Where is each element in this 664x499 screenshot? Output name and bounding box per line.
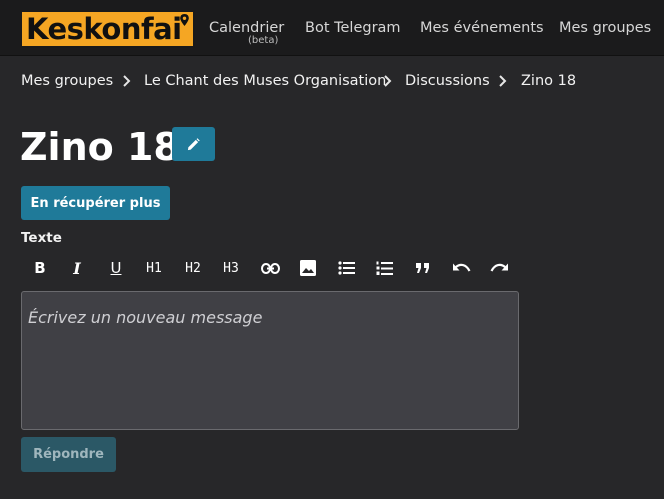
underline-icon: U xyxy=(110,259,122,277)
logo-text: Keskonfai xyxy=(26,12,182,46)
message-placeholder: Écrivez un nouveau message xyxy=(28,308,263,327)
quote-button[interactable] xyxy=(407,253,439,283)
heading3-icon: H3 xyxy=(223,260,239,276)
breadcrumb-current: Zino 18 xyxy=(521,73,577,89)
undo-button[interactable] xyxy=(445,253,477,283)
numbered-list-icon xyxy=(376,261,393,275)
chevron-right-icon xyxy=(499,75,507,87)
page-title: Zino 18 xyxy=(20,125,180,169)
heading1-icon: H1 xyxy=(146,260,162,276)
load-more-button[interactable]: En récupérer plus xyxy=(21,186,170,220)
link-icon xyxy=(260,262,280,274)
pencil-icon xyxy=(187,137,200,150)
image-button[interactable] xyxy=(292,253,324,283)
undo-icon xyxy=(452,263,470,272)
text-field-label: Texte xyxy=(21,230,62,246)
numbered-list-button[interactable] xyxy=(368,253,400,283)
site-logo[interactable]: Keskonfai xyxy=(20,10,195,48)
redo-button[interactable] xyxy=(483,253,515,283)
heading1-button[interactable]: H1 xyxy=(138,253,170,283)
editor-toolbar: B I U H1 H2 H3 xyxy=(21,253,521,283)
breadcrumb-my-groups[interactable]: Mes groupes xyxy=(21,73,113,89)
heading2-icon: H2 xyxy=(185,260,201,276)
reply-button[interactable]: Répondre xyxy=(21,437,116,472)
quote-icon xyxy=(416,262,429,273)
bold-button[interactable]: B xyxy=(24,253,56,283)
chevron-right-icon xyxy=(384,75,392,87)
bold-icon: B xyxy=(34,259,46,277)
edit-title-button[interactable] xyxy=(172,127,215,161)
top-navbar: Keskonfai Calendrier (beta) Bot Telegram… xyxy=(0,0,664,56)
bullet-list-button[interactable] xyxy=(330,253,362,283)
nav-link-my-events[interactable]: Mes événements xyxy=(420,20,544,36)
chevron-right-icon xyxy=(123,75,131,87)
italic-button[interactable]: I xyxy=(61,253,93,283)
image-icon xyxy=(300,260,316,276)
underline-button[interactable]: U xyxy=(100,253,132,283)
link-button[interactable] xyxy=(254,253,286,283)
redo-icon xyxy=(490,263,508,272)
nav-link-calendar[interactable]: Calendrier xyxy=(209,20,284,36)
nav-link-telegram-bot[interactable]: Bot Telegram xyxy=(305,20,401,36)
heading2-button[interactable]: H2 xyxy=(177,253,209,283)
breadcrumb-group[interactable]: Le Chant des Muses Organisation xyxy=(144,73,386,89)
bullet-list-icon xyxy=(337,261,355,275)
nav-beta-badge: (beta) xyxy=(248,35,279,46)
nav-link-my-groups[interactable]: Mes groupes xyxy=(559,20,651,36)
breadcrumb-discussions[interactable]: Discussions xyxy=(405,73,490,89)
map-pin-icon xyxy=(180,14,189,26)
message-editor[interactable]: Écrivez un nouveau message xyxy=(21,291,519,430)
heading3-button[interactable]: H3 xyxy=(215,253,247,283)
italic-icon: I xyxy=(73,258,81,278)
